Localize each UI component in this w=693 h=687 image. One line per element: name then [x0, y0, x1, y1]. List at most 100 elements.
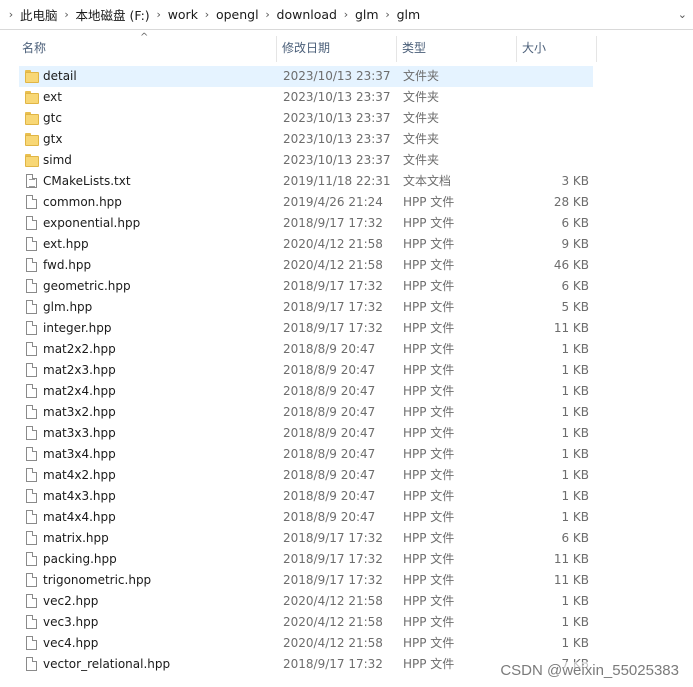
folder-row[interactable]: ext 2023/10/13 23:37 文件夹 [19, 87, 593, 108]
breadcrumb-item[interactable]: 本地磁盘 (F:) [74, 5, 152, 24]
chevron-right-icon[interactable]: › [200, 8, 214, 21]
column-type[interactable]: 类型 [397, 36, 517, 62]
file-row[interactable]: matrix.hpp 2018/9/17 17:32 HPP 文件 6 KB [19, 528, 593, 549]
file-size: 9 KB [561, 237, 589, 251]
breadcrumb-item[interactable]: 此电脑 [18, 5, 60, 24]
file-type: HPP 文件 [403, 531, 455, 545]
chevron-right-icon[interactable]: › [261, 8, 275, 21]
file-row[interactable]: fwd.hpp 2020/4/12 21:58 HPP 文件 46 KB [19, 255, 593, 276]
file-name: mat2x4.hpp [43, 384, 116, 398]
file-icon [26, 615, 37, 629]
file-icon [26, 363, 37, 377]
chevron-down-icon[interactable]: ⌄ [678, 8, 687, 21]
file-row[interactable]: mat3x4.hpp 2018/8/9 20:47 HPP 文件 1 KB [19, 444, 593, 465]
file-type: HPP 文件 [403, 636, 455, 650]
column-size[interactable]: 大小 [517, 36, 597, 62]
date-modified: 2018/8/9 20:47 [283, 405, 376, 419]
file-row[interactable]: mat4x3.hpp 2018/8/9 20:47 HPP 文件 1 KB [19, 486, 593, 507]
file-row[interactable]: vec2.hpp 2020/4/12 21:58 HPP 文件 1 KB [19, 591, 593, 612]
file-row[interactable]: mat3x2.hpp 2018/8/9 20:47 HPP 文件 1 KB [19, 402, 593, 423]
file-type: HPP 文件 [403, 300, 455, 314]
file-size: 1 KB [561, 384, 589, 398]
file-row[interactable]: vec3.hpp 2020/4/12 21:58 HPP 文件 1 KB [19, 612, 593, 633]
file-row[interactable]: mat4x2.hpp 2018/8/9 20:47 HPP 文件 1 KB [19, 465, 593, 486]
file-size: 1 KB [561, 447, 589, 461]
chevron-right-icon[interactable]: › [381, 8, 395, 21]
file-icon [26, 426, 37, 440]
file-size: 6 KB [561, 216, 589, 230]
breadcrumb-item[interactable]: opengl [214, 7, 261, 22]
file-icon [26, 279, 37, 293]
file-size: 1 KB [561, 615, 589, 629]
date-modified: 2018/8/9 20:47 [283, 510, 376, 524]
folder-row[interactable]: gtx 2023/10/13 23:37 文件夹 [19, 129, 593, 150]
file-type: HPP 文件 [403, 321, 455, 335]
file-row[interactable]: exponential.hpp 2018/9/17 17:32 HPP 文件 6 KB [19, 213, 593, 234]
chevron-right-icon[interactable]: › [339, 8, 353, 21]
column-header: ^ 名称 修改日期 类型 大小 [0, 30, 693, 64]
file-type: HPP 文件 [403, 489, 455, 503]
file-name: matrix.hpp [43, 531, 109, 545]
date-modified: 2020/4/12 21:58 [283, 636, 383, 650]
file-size: 1 KB [561, 510, 589, 524]
chevron-right-icon[interactable]: › [152, 8, 166, 21]
file-type: HPP 文件 [403, 615, 455, 629]
column-name[interactable]: 名称 [17, 36, 277, 62]
file-icon [26, 405, 37, 419]
file-row[interactable]: glm.hpp 2018/9/17 17:32 HPP 文件 5 KB [19, 297, 593, 318]
file-row[interactable]: mat2x2.hpp 2018/8/9 20:47 HPP 文件 1 KB [19, 339, 593, 360]
date-modified: 2023/10/13 23:37 [283, 90, 391, 104]
file-size: 1 KB [561, 363, 589, 377]
date-modified: 2020/4/12 21:58 [283, 615, 383, 629]
file-type: HPP 文件 [403, 426, 455, 440]
file-name: packing.hpp [43, 552, 117, 566]
file-row[interactable]: packing.hpp 2018/9/17 17:32 HPP 文件 11 KB [19, 549, 593, 570]
file-row[interactable]: ext.hpp 2020/4/12 21:58 HPP 文件 9 KB [19, 234, 593, 255]
file-icon [26, 489, 37, 503]
file-type: HPP 文件 [403, 384, 455, 398]
file-name: mat4x4.hpp [43, 510, 116, 524]
file-size: 11 KB [553, 573, 589, 587]
file-icon [26, 594, 37, 608]
breadcrumb-item[interactable]: glm [353, 7, 381, 22]
folder-row[interactable]: gtc 2023/10/13 23:37 文件夹 [19, 108, 593, 129]
file-type: HPP 文件 [403, 405, 455, 419]
chevron-right-icon[interactable]: › [60, 8, 74, 21]
date-modified: 2018/9/17 17:32 [283, 216, 383, 230]
breadcrumb-item[interactable]: work [166, 7, 200, 22]
folder-icon [25, 111, 39, 126]
column-date-modified[interactable]: 修改日期 [277, 36, 397, 62]
file-row[interactable]: geometric.hpp 2018/9/17 17:32 HPP 文件 6 KB [19, 276, 593, 297]
file-icon [26, 657, 37, 671]
file-name: geometric.hpp [43, 279, 131, 293]
file-icon [26, 216, 37, 230]
file-name: common.hpp [43, 195, 122, 209]
file-name: mat3x3.hpp [43, 426, 116, 440]
file-size: 1 KB [561, 468, 589, 482]
file-row[interactable]: trigonometric.hpp 2018/9/17 17:32 HPP 文件 11… [19, 570, 593, 591]
folder-icon [25, 90, 39, 105]
file-size: 11 KB [553, 552, 589, 566]
file-type: HPP 文件 [403, 363, 455, 377]
folder-row[interactable]: simd 2023/10/13 23:37 文件夹 [19, 150, 593, 171]
file-row[interactable]: mat2x3.hpp 2018/8/9 20:47 HPP 文件 1 KB [19, 360, 593, 381]
file-name: CMakeLists.txt [43, 174, 131, 188]
file-type: 文件夹 [403, 69, 440, 83]
file-row[interactable]: vec4.hpp 2020/4/12 21:58 HPP 文件 1 KB [19, 633, 593, 654]
file-row[interactable]: mat3x3.hpp 2018/8/9 20:47 HPP 文件 1 KB [19, 423, 593, 444]
chevron-right-icon[interactable]: › [4, 8, 18, 21]
date-modified: 2018/8/9 20:47 [283, 426, 376, 440]
date-modified: 2018/9/17 17:32 [283, 573, 383, 587]
file-row[interactable]: integer.hpp 2018/9/17 17:32 HPP 文件 11 KB [19, 318, 593, 339]
file-row[interactable]: common.hpp 2019/4/26 21:24 HPP 文件 28 KB [19, 192, 593, 213]
file-row[interactable]: mat2x4.hpp 2018/8/9 20:47 HPP 文件 1 KB [19, 381, 593, 402]
date-modified: 2018/8/9 20:47 [283, 447, 376, 461]
breadcrumb-item[interactable]: glm [395, 7, 423, 22]
address-bar[interactable]: › 此电脑 › 本地磁盘 (F:) › work › opengl › download › glm ›… [0, 0, 693, 30]
file-row[interactable]: mat4x4.hpp 2018/8/9 20:47 HPP 文件 1 KB [19, 507, 593, 528]
breadcrumb-item[interactable]: download [275, 7, 339, 22]
folder-row[interactable]: detail 2023/10/13 23:37 文件夹 [19, 66, 593, 87]
file-icon [26, 552, 37, 566]
file-type: HPP 文件 [403, 447, 455, 461]
file-row[interactable]: CMakeLists.txt 2019/11/18 22:31 文本文档 3 KB [19, 171, 593, 192]
